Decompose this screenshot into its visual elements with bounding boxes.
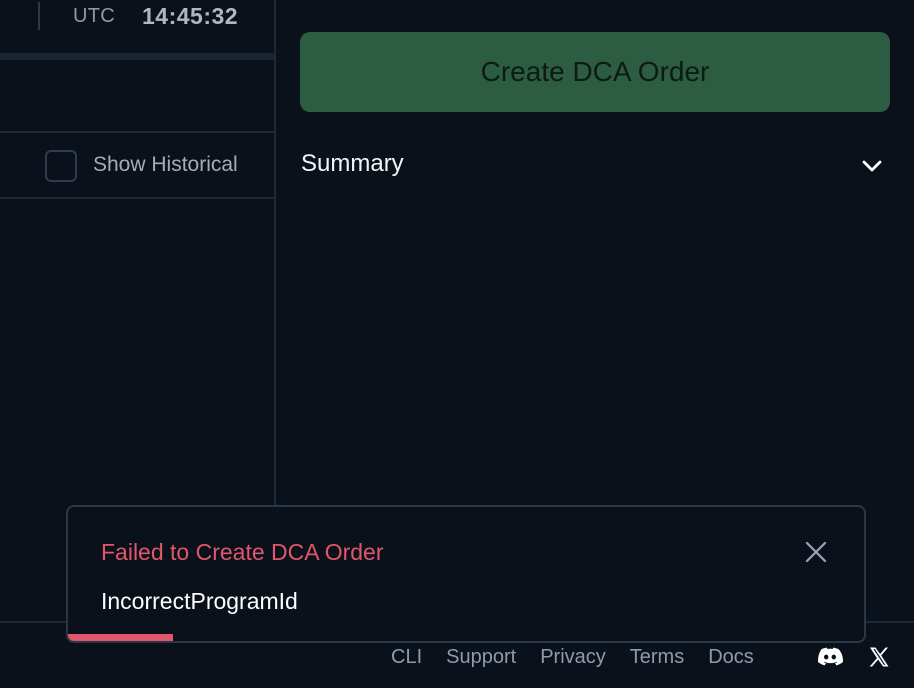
footer-links: CLI Support Privacy Terms Docs bbox=[391, 646, 778, 669]
create-dca-order-button[interactable]: Create DCA Order bbox=[300, 32, 890, 112]
section-divider bbox=[0, 53, 274, 60]
summary-label: Summary bbox=[301, 150, 404, 177]
footer-link-cli[interactable]: CLI bbox=[391, 646, 422, 669]
discord-icon[interactable] bbox=[817, 645, 843, 669]
footer-link-support[interactable]: Support bbox=[446, 646, 516, 669]
close-icon[interactable] bbox=[804, 540, 828, 564]
toast-progress-track bbox=[68, 634, 864, 641]
show-historical-checkbox[interactable] bbox=[45, 150, 77, 182]
toast-title: Failed to Create DCA Order bbox=[101, 539, 384, 565]
divider bbox=[0, 197, 274, 199]
clock-time: 14:45:32 bbox=[142, 3, 239, 29]
toast-message: IncorrectProgramId bbox=[101, 588, 298, 614]
app-page: UTC 14:45:32 Show Historical Create DCA … bbox=[0, 0, 914, 688]
x-icon[interactable] bbox=[866, 645, 892, 669]
show-historical-toggle[interactable]: Show Historical bbox=[0, 133, 274, 197]
chevron-down-icon[interactable] bbox=[860, 154, 884, 178]
error-toast: Failed to Create DCA Order IncorrectProg… bbox=[66, 505, 866, 643]
show-historical-label[interactable]: Show Historical bbox=[93, 153, 238, 177]
clock-divider bbox=[38, 2, 40, 30]
clock-bar: UTC 14:45:32 bbox=[0, 0, 274, 54]
footer-link-terms[interactable]: Terms bbox=[630, 646, 684, 669]
footer-link-docs[interactable]: Docs bbox=[708, 646, 754, 669]
timezone-label: UTC bbox=[73, 5, 116, 27]
toast-progress-bar bbox=[68, 634, 174, 641]
summary-accordion[interactable]: Summary bbox=[300, 142, 890, 188]
footer-link-privacy[interactable]: Privacy bbox=[540, 646, 606, 669]
